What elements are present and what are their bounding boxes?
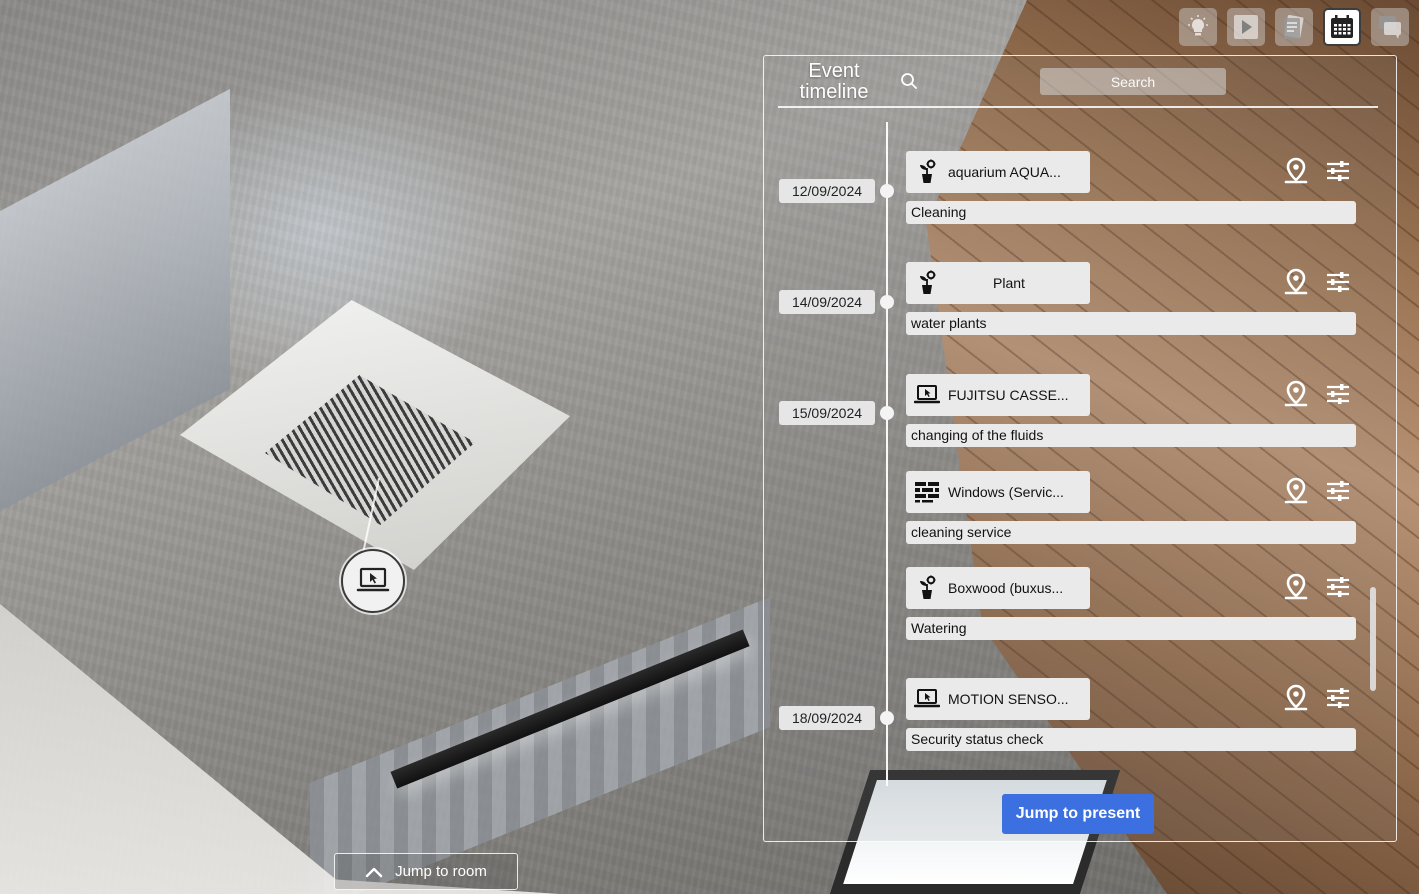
- event-name: FUJITSU CASSE...: [948, 387, 1069, 403]
- locate-button[interactable]: [1282, 573, 1310, 601]
- play-icon: [1234, 15, 1258, 39]
- panel-divider: [778, 106, 1378, 108]
- map-pin-icon: [1284, 380, 1308, 407]
- jump-to-room-button[interactable]: Jump to room: [334, 853, 518, 890]
- event-name: MOTION SENSO...: [948, 691, 1069, 707]
- timeline-event: Boxwood (buxus... Watering: [764, 567, 1398, 643]
- event-date: 12/09/2024: [779, 179, 875, 203]
- calendar-icon: [1331, 15, 1353, 38]
- event-description: Cleaning: [906, 201, 1356, 224]
- event-date: 14/09/2024: [779, 290, 875, 314]
- chevron-up-icon: [365, 867, 383, 877]
- timeline-event: 18/09/2024 MOTION SENSO... Security stat…: [764, 678, 1398, 754]
- filter-settings-button[interactable]: [1324, 684, 1352, 712]
- device-icon: [356, 567, 390, 592]
- documents-button[interactable]: [1275, 8, 1313, 46]
- locate-button[interactable]: [1282, 684, 1310, 712]
- filter-settings-button[interactable]: [1324, 380, 1352, 408]
- sliders-icon: [1327, 161, 1349, 181]
- event-description: changing of the fluids: [906, 424, 1356, 447]
- documents-icon: [1284, 15, 1304, 39]
- event-item-button[interactable]: FUJITSU CASSE...: [906, 374, 1090, 416]
- event-date: 18/09/2024: [779, 706, 875, 730]
- event-description: water plants: [906, 312, 1356, 335]
- brick-wall-icon: [912, 477, 942, 507]
- timeline-event: 12/09/2024 aquarium AQUA... Cleaning: [764, 151, 1398, 227]
- filter-settings-button[interactable]: [1324, 268, 1352, 296]
- filter-settings-button[interactable]: [1324, 157, 1352, 185]
- map-pin-icon: [1284, 573, 1308, 600]
- play-button[interactable]: [1227, 8, 1265, 46]
- map-pin-icon: [1284, 684, 1308, 711]
- device-hotspot[interactable]: [341, 549, 405, 613]
- device-icon: [912, 684, 942, 714]
- top-toolbar: [1179, 8, 1409, 46]
- sliders-icon: [1327, 272, 1349, 292]
- plant-icon: [912, 268, 942, 298]
- event-item-button[interactable]: Boxwood (buxus...: [906, 567, 1090, 609]
- timeline-scrollbar[interactable]: [1370, 587, 1376, 691]
- search-icon[interactable]: [900, 72, 918, 90]
- plant-icon: [912, 157, 942, 187]
- panel-title-line1: Event: [808, 60, 860, 82]
- event-name: Windows (Servic...: [948, 484, 1064, 500]
- event-item-button[interactable]: aquarium AQUA...: [906, 151, 1090, 193]
- locate-button[interactable]: [1282, 268, 1310, 296]
- timeline-dot: [880, 406, 894, 420]
- timeline-event: 14/09/2024 Plant water plants: [764, 262, 1398, 338]
- chat-icon: [1379, 16, 1401, 39]
- jump-to-present-button[interactable]: Jump to present: [1002, 794, 1154, 834]
- calendar-button[interactable]: [1323, 8, 1361, 46]
- sliders-icon: [1327, 481, 1349, 501]
- map-pin-icon: [1284, 477, 1308, 504]
- timeline-dot: [880, 711, 894, 725]
- event-name: Boxwood (buxus...: [948, 580, 1064, 596]
- plant-icon: [912, 573, 942, 603]
- timeline-event: Windows (Servic... cleaning service: [764, 471, 1398, 547]
- event-item-button[interactable]: Windows (Servic...: [906, 471, 1090, 513]
- map-pin-icon: [1284, 268, 1308, 295]
- timeline-dot: [880, 184, 894, 198]
- filter-settings-button[interactable]: [1324, 477, 1352, 505]
- locate-button[interactable]: [1282, 157, 1310, 185]
- event-description: Watering: [906, 617, 1356, 640]
- panel-title-line2: timeline: [799, 81, 869, 103]
- timeline-event: 15/09/2024 FUJITSU CASSE... changing of …: [764, 374, 1398, 450]
- sliders-icon: [1327, 577, 1349, 597]
- map-pin-icon: [1284, 157, 1308, 184]
- panel-title: Event timeline: [784, 61, 884, 103]
- event-name: Plant: [993, 275, 1025, 291]
- event-description: cleaning service: [906, 521, 1356, 544]
- device-icon: [912, 380, 942, 410]
- lightbulb-icon: [1188, 15, 1208, 36]
- sliders-icon: [1327, 384, 1349, 404]
- event-date: 15/09/2024: [779, 401, 875, 425]
- search-input[interactable]: [1040, 68, 1226, 95]
- event-description: Security status check: [906, 728, 1356, 751]
- chat-button[interactable]: [1371, 8, 1409, 46]
- event-timeline-panel: Event timeline 12/09/2024 aquarium AQUA.…: [763, 55, 1397, 842]
- lightbulb-button[interactable]: [1179, 8, 1217, 46]
- event-name: aquarium AQUA...: [948, 164, 1061, 180]
- event-item-button[interactable]: MOTION SENSO...: [906, 678, 1090, 720]
- timeline-dot: [880, 295, 894, 309]
- locate-button[interactable]: [1282, 477, 1310, 505]
- event-item-button[interactable]: Plant: [906, 262, 1090, 304]
- locate-button[interactable]: [1282, 380, 1310, 408]
- jump-to-room-label: Jump to room: [395, 863, 487, 880]
- sliders-icon: [1327, 688, 1349, 708]
- filter-settings-button[interactable]: [1324, 573, 1352, 601]
